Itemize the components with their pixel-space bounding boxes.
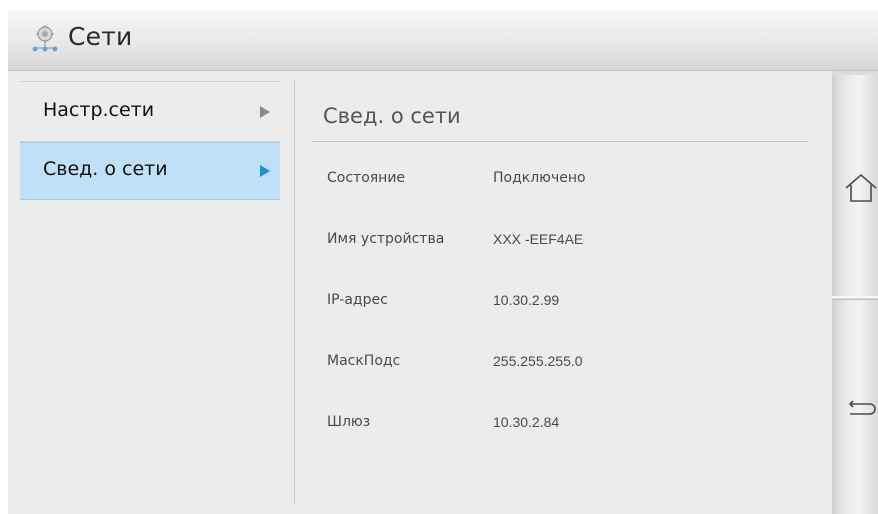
- device-name-label: Имя устройства: [327, 231, 445, 247]
- network-info-panel: Свед. о сети Состояние Подключено Имя ус…: [296, 71, 832, 514]
- subnet-mask-label: МаскПодс: [327, 353, 401, 369]
- status-value: Подключено: [493, 170, 586, 186]
- menu-item-network-info[interactable]: Свед. о сети: [20, 142, 280, 200]
- subnet-mask-value: 255.255.255.0: [493, 353, 583, 369]
- device-name-value: XXX -EEF4AE: [493, 231, 584, 247]
- home-icon: [845, 173, 877, 202]
- panel-title: Свед. о сети: [323, 104, 461, 128]
- gateway-label: Шлюз: [327, 414, 371, 430]
- home-button[interactable]: [832, 75, 878, 298]
- left-menu: Настр.сети Свед. о сети: [8, 71, 280, 514]
- chevron-right-icon: [260, 165, 270, 177]
- menu-item-label: Настр.сети: [43, 99, 155, 121]
- panel-divider: [312, 141, 808, 142]
- menu-item-label: Свед. о сети: [43, 158, 168, 180]
- status-label: Состояние: [327, 170, 406, 186]
- ip-address-value: 10.30.2.99: [493, 292, 560, 308]
- printer-screen: Сети Настр.сети Свед. о сети Свед. о сет…: [8, 10, 878, 514]
- pane-divider: [294, 80, 295, 505]
- ip-address-label: IP-адрес: [327, 292, 388, 308]
- chevron-right-icon: [260, 106, 270, 118]
- gateway-value: 10.30.2.84: [493, 414, 560, 430]
- network-settings-icon: [32, 25, 58, 52]
- back-button[interactable]: [832, 299, 878, 514]
- menu-item-network-settings[interactable]: Настр.сети: [20, 83, 280, 141]
- title-bar: Сети: [8, 10, 878, 71]
- menu-divider: [20, 81, 280, 82]
- side-button-bar: [832, 71, 878, 514]
- page-title: Сети: [68, 22, 133, 51]
- back-icon: [848, 400, 876, 415]
